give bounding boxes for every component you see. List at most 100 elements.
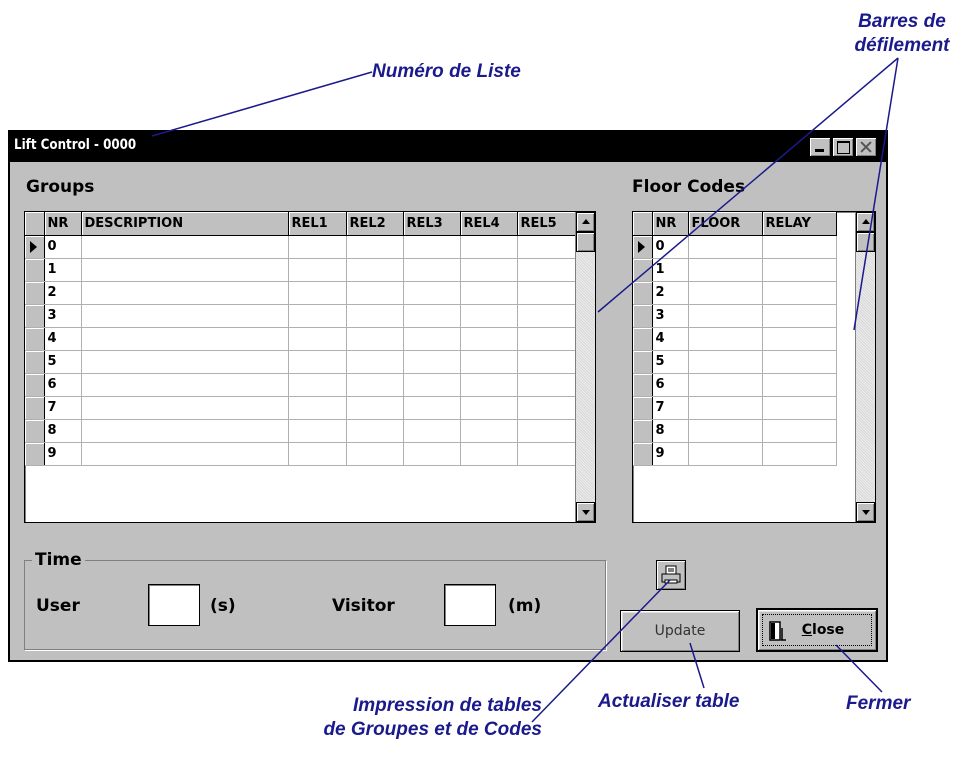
print-button[interactable] [656, 560, 686, 590]
groups-cell[interactable] [517, 373, 577, 397]
floor-codes-grid[interactable]: NR FLOOR RELAY 0123456789 [632, 211, 876, 523]
floor-codes-cell[interactable] [762, 373, 837, 397]
floor-codes-cell[interactable] [688, 396, 763, 420]
groups-row[interactable]: 5 [25, 350, 577, 374]
floor-codes-row-indicator[interactable] [633, 281, 653, 305]
groups-cell[interactable] [288, 442, 347, 466]
groups-cell-nr[interactable]: 6 [44, 373, 82, 397]
groups-cell[interactable] [346, 373, 404, 397]
close-icon[interactable] [855, 137, 877, 157]
floor-codes-cell[interactable] [688, 350, 763, 374]
groups-cell[interactable] [81, 327, 289, 351]
floor-codes-cell[interactable] [762, 281, 837, 305]
floor-codes-cell[interactable] [762, 327, 837, 351]
groups-cell[interactable] [517, 258, 577, 282]
floor-codes-row[interactable]: 9 [633, 442, 837, 466]
groups-cell[interactable] [517, 281, 577, 305]
groups-row-indicator[interactable] [25, 304, 45, 328]
groups-cell-nr[interactable]: 1 [44, 258, 82, 282]
groups-cell[interactable] [288, 235, 347, 259]
groups-cell[interactable] [403, 373, 461, 397]
groups-cell[interactable] [517, 350, 577, 374]
groups-cell[interactable] [346, 235, 404, 259]
user-time-input[interactable] [148, 584, 200, 626]
floor-codes-row[interactable]: 7 [633, 396, 837, 420]
floor-codes-row[interactable]: 1 [633, 258, 837, 282]
groups-cell[interactable] [460, 396, 518, 420]
groups-row[interactable]: 8 [25, 419, 577, 443]
groups-cell[interactable] [460, 327, 518, 351]
floor-codes-row-indicator[interactable] [633, 396, 653, 420]
floor-codes-row[interactable]: 4 [633, 327, 837, 351]
groups-cell[interactable] [403, 281, 461, 305]
groups-cell[interactable] [346, 396, 404, 420]
groups-cell[interactable] [288, 350, 347, 374]
groups-row[interactable]: 2 [25, 281, 577, 305]
groups-cell[interactable] [460, 281, 518, 305]
groups-cell[interactable] [81, 442, 289, 466]
groups-cell[interactable] [288, 373, 347, 397]
groups-grid[interactable]: NR DESCRIPTION REL1 REL2 REL3 REL4 REL5 … [24, 211, 596, 523]
groups-cell[interactable] [288, 419, 347, 443]
groups-cell[interactable] [346, 419, 404, 443]
groups-cell[interactable] [460, 442, 518, 466]
floor-codes-cell-nr[interactable]: 3 [652, 304, 689, 328]
groups-cell[interactable] [460, 258, 518, 282]
groups-row[interactable]: 7 [25, 396, 577, 420]
groups-cell[interactable] [403, 235, 461, 259]
floor-codes-cell[interactable] [688, 235, 763, 259]
groups-row[interactable]: 6 [25, 373, 577, 397]
groups-cell-nr[interactable]: 5 [44, 350, 82, 374]
groups-cell[interactable] [403, 258, 461, 282]
groups-col-rel4[interactable]: REL4 [460, 212, 518, 236]
close-button[interactable]: Close [756, 608, 878, 652]
floor-codes-cell[interactable] [762, 396, 837, 420]
maximize-icon[interactable] [832, 137, 854, 157]
floor-codes-row-indicator[interactable] [633, 327, 653, 351]
groups-cell[interactable] [288, 327, 347, 351]
groups-cell[interactable] [81, 281, 289, 305]
floor-codes-row[interactable]: 2 [633, 281, 837, 305]
floor-codes-cell-nr[interactable]: 4 [652, 327, 689, 351]
groups-scrollbar[interactable] [575, 212, 595, 522]
floor-codes-scroll-down-icon[interactable] [856, 502, 875, 522]
groups-cell[interactable] [460, 373, 518, 397]
groups-row-indicator[interactable] [25, 235, 45, 259]
floor-codes-row[interactable]: 5 [633, 350, 837, 374]
groups-cell[interactable] [346, 327, 404, 351]
groups-cell[interactable] [288, 281, 347, 305]
groups-cell-nr[interactable]: 3 [44, 304, 82, 328]
groups-row-indicator[interactable] [25, 419, 45, 443]
floor-codes-row[interactable]: 8 [633, 419, 837, 443]
floor-codes-scroll-thumb[interactable] [856, 232, 875, 252]
floor-codes-cell[interactable] [688, 327, 763, 351]
groups-row-indicator[interactable] [25, 258, 45, 282]
floor-codes-col-nr[interactable]: NR [652, 212, 689, 236]
floor-codes-cell[interactable] [762, 235, 837, 259]
groups-row-indicator[interactable] [25, 396, 45, 420]
floor-codes-cell[interactable] [762, 350, 837, 374]
groups-cell-nr[interactable]: 2 [44, 281, 82, 305]
groups-cell[interactable] [460, 235, 518, 259]
groups-cell[interactable] [403, 419, 461, 443]
groups-cell[interactable] [403, 396, 461, 420]
floor-codes-row-indicator[interactable] [633, 350, 653, 374]
groups-cell[interactable] [81, 373, 289, 397]
groups-cell[interactable] [288, 304, 347, 328]
floor-codes-row-indicator[interactable] [633, 258, 653, 282]
groups-row[interactable]: 1 [25, 258, 577, 282]
groups-cell[interactable] [346, 281, 404, 305]
groups-cell[interactable] [288, 258, 347, 282]
groups-cell[interactable] [460, 304, 518, 328]
floor-codes-cell[interactable] [762, 258, 837, 282]
floor-codes-col-floor[interactable]: FLOOR [688, 212, 763, 236]
groups-cell[interactable] [81, 304, 289, 328]
groups-cell[interactable] [403, 327, 461, 351]
groups-col-rel3[interactable]: REL3 [403, 212, 461, 236]
groups-cell-nr[interactable]: 4 [44, 327, 82, 351]
groups-row-indicator[interactable] [25, 281, 45, 305]
groups-col-nr[interactable]: NR [44, 212, 82, 236]
floor-codes-row[interactable]: 3 [633, 304, 837, 328]
groups-scroll-down-icon[interactable] [576, 502, 595, 522]
groups-cell[interactable] [81, 419, 289, 443]
